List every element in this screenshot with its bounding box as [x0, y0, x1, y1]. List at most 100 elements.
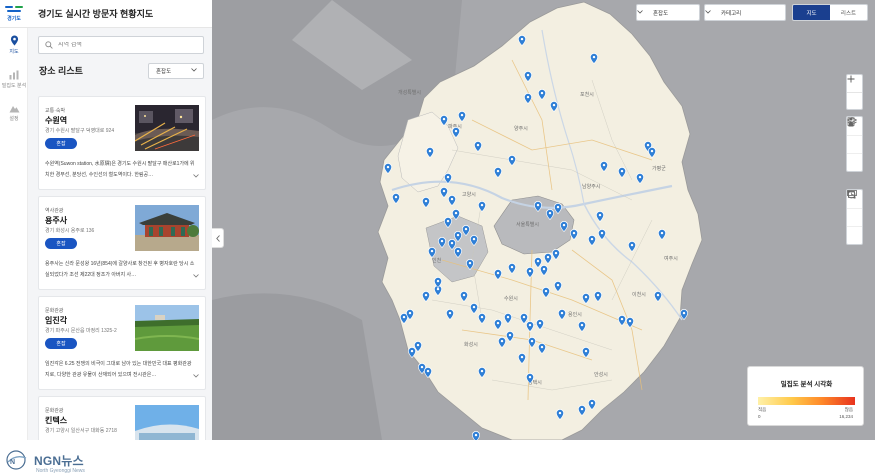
search-icon [45, 41, 53, 49]
place-name: 킨텍스 [45, 416, 68, 425]
logo-mark-icon [5, 5, 23, 14]
place-category: 역사관광 [45, 208, 64, 214]
place-description: 임진각은 6.25 전쟁의 비극이 그대로 남아 있는 대한민국 대표 평화관광… [45, 361, 192, 378]
app-header: 경기도 경기도 실시간 방문자 현황지도 [0, 0, 212, 28]
congestion-filter-label: 혼잡도 [653, 10, 669, 17]
place-card[interactable]: 역사관광 용주사 경기 화성시 용주로 136 혼잡 용주사는 신라 문성왕 1… [38, 196, 206, 290]
density-legend: 밀집도 분석 시각화 적음 많음 0 16,234 [747, 366, 864, 426]
place-address: 경기 화성시 용주로 136 [45, 228, 95, 234]
legend-title: 밀집도 분석 시각화 [780, 381, 833, 388]
place-address: 경기 고양시 일산서구 대화동 2718 [45, 428, 117, 434]
sort-select[interactable]: 혼잡도 [148, 63, 204, 79]
congestion-button[interactable]: 혼잡 [45, 338, 77, 349]
legend-low-label: 적음 [758, 407, 767, 412]
place-description: 수원역(Suwon station, 水原驛)은 경기도 수원시 팔달구 매산로… [45, 161, 195, 178]
view-toggle: 지도 리스트 [792, 4, 868, 21]
legend-gradient [758, 397, 855, 405]
place-address: 경기 파주시 문산읍 마정리 1325-2 [45, 328, 117, 334]
sidebar-collapse-button[interactable] [212, 228, 224, 248]
map-label: 수원시 [504, 295, 518, 302]
category-filter-select[interactable]: 카테고리 [704, 4, 786, 21]
chevron-left-icon [215, 234, 220, 242]
search-input[interactable] [58, 42, 198, 48]
building-button[interactable] [847, 117, 862, 153]
expand-chevron-icon[interactable] [193, 174, 199, 178]
ngn-watermark: N NGN뉴스 North Gyeonggi News [4, 450, 85, 474]
map-label: 개성특별시 [398, 89, 421, 96]
place-card[interactable]: 문화관광 임진각 경기 파주시 문산읍 마정리 1325-2 혼잡 임진각은 6… [38, 296, 206, 390]
chevron-down-icon [637, 10, 643, 14]
rail-item-map[interactable]: 지도 [0, 28, 28, 62]
place-card[interactable]: 문화관광 킨텍스 경기 고양시 일산서구 대화동 2718 [38, 396, 206, 440]
chevron-down-icon [191, 68, 197, 72]
app-root: 경기도 경기도 실시간 방문자 현황지도 지도 밀집도 분석 설정 지역 검색 … [0, 0, 875, 440]
map-label: 가평군 [652, 165, 666, 172]
map-label: 포천시 [580, 91, 594, 98]
tab-list-view[interactable]: 리스트 [830, 5, 867, 20]
legend-max-value: 16,234 [839, 414, 853, 419]
congestion-button[interactable]: 혼잡 [45, 238, 77, 249]
map-label: 화성시 [464, 341, 478, 348]
expand-chevron-icon[interactable] [193, 374, 199, 378]
legend-high-label: 많음 [844, 407, 853, 412]
map-label: 서울특별시 [516, 221, 539, 228]
place-photo-park [135, 305, 199, 351]
rail-item-density[interactable]: 밀집도 분석 [0, 62, 28, 96]
map-layer-tools [846, 116, 863, 172]
congestion-filter-select[interactable]: 혼잡도 [636, 4, 700, 21]
ngn-brand: NGN뉴스 [34, 453, 84, 468]
legend-min-value: 0 [758, 414, 761, 419]
place-card[interactable]: 교통·숙박 수원역 경기 수원시 팔달구 덕영대로 924 혼잡 수원역(Suw… [38, 96, 206, 190]
map-label: 양주시 [514, 125, 528, 132]
zoom-controls [846, 74, 863, 110]
rail-item-settings[interactable]: 설정 [0, 96, 28, 130]
footer: N NGN뉴스 North Gyeonggi News [0, 440, 875, 476]
map-label: 인천 [432, 257, 442, 264]
search-box[interactable] [38, 36, 204, 54]
ngn-logo-icon: N [6, 450, 27, 470]
map-label: 여주시 [664, 255, 678, 262]
place-name: 수원역 [45, 116, 68, 125]
logo-text: 경기도 [7, 15, 21, 22]
map-view[interactable]: 개성특별시 파주시 양주시 포천시 가평군 고양시 서울특별시 남양주시 인천 … [212, 0, 875, 440]
sort-select-label: 혼잡도 [156, 69, 172, 75]
map-label: 용인시 [568, 311, 582, 318]
place-category: 문화관광 [45, 408, 64, 414]
reset-button[interactable] [847, 190, 862, 244]
gyeonggi-logo[interactable]: 경기도 [0, 0, 28, 28]
tab-map-view[interactable]: 지도 [793, 5, 830, 20]
expand-chevron-icon[interactable] [193, 274, 199, 278]
category-filter-label: 카테고리 [721, 10, 742, 17]
refresh-icon [847, 190, 856, 199]
zoom-out-button[interactable] [847, 78, 862, 109]
street-view-button[interactable] [847, 117, 862, 171]
place-photo-station [135, 105, 199, 151]
place-category: 문화관광 [45, 308, 64, 314]
place-name: 용주사 [45, 216, 68, 225]
place-sidebar: 장소 리스트 혼잡도 교통·숙박 수원역 경기 수원시 팔달구 덕영대로 924… [28, 28, 212, 440]
list-title: 장소 리스트 [39, 66, 83, 76]
chart-icon [9, 70, 18, 79]
rail-item-label: 지도 [9, 49, 19, 55]
map-pin-icon [10, 35, 18, 46]
map-label: 이천시 [632, 291, 646, 298]
congestion-button[interactable]: 혼잡 [45, 138, 77, 149]
rail-item-label: 밀집도 분석 [1, 82, 27, 89]
place-address: 경기 수원시 팔달구 덕영대로 924 [45, 128, 115, 134]
chevron-down-icon [705, 10, 711, 14]
map-label: 고양시 [462, 191, 476, 198]
nav-rail: 지도 밀집도 분석 설정 [0, 28, 28, 440]
place-photo-temple [135, 205, 199, 251]
map-label: 안성시 [594, 371, 608, 378]
app-title: 경기도 실시간 방문자 현황지도 [38, 9, 154, 19]
person-icon [848, 117, 854, 127]
area-button[interactable] [847, 190, 862, 226]
place-description: 용주사는 신라 문성왕 16년(854)에 갈양사로 창건된 후 병자호란 당시… [45, 261, 195, 278]
minus-icon [847, 78, 855, 80]
rail-item-label: 설정 [9, 116, 19, 122]
place-photo-exhibition [135, 405, 199, 440]
ngn-subtitle: North Gyeonggi News [36, 468, 85, 474]
mountain-icon [9, 106, 19, 113]
map-label: 남양주시 [582, 183, 600, 190]
svg-text:N: N [10, 459, 15, 466]
